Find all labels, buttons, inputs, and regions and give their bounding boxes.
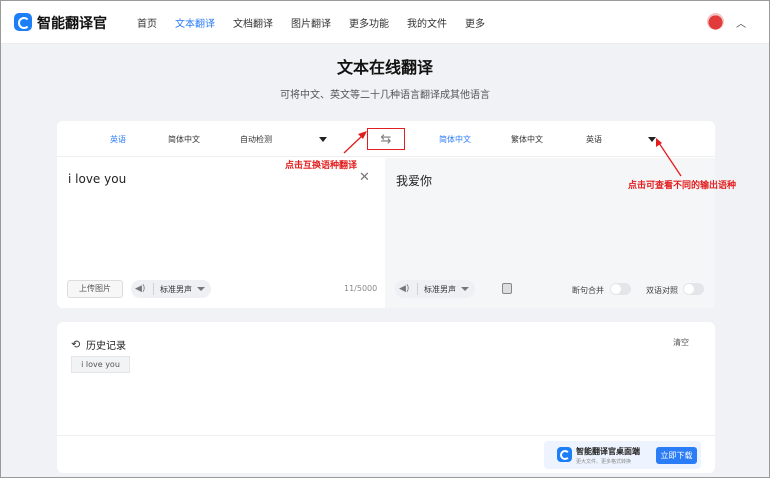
source-voice-label: 标准男声: [160, 284, 192, 294]
source-lang-simplified-chinese[interactable]: 简体中文: [168, 134, 200, 145]
divider: [57, 435, 715, 436]
target-lang-traditional-chinese[interactable]: 繁体中文: [511, 134, 543, 145]
chevron-down-icon: [461, 287, 469, 291]
clear-icon[interactable]: ✕: [359, 170, 370, 185]
speaker-icon[interactable]: ◀): [399, 284, 411, 294]
divider: [153, 283, 154, 295]
app-name[interactable]: 智能翻译官: [37, 13, 107, 33]
merge-sentences-label: 断句合并: [572, 286, 604, 295]
page-title: 文本在线翻译: [336, 58, 433, 77]
nav-item-more[interactable]: 更多: [465, 15, 485, 30]
speaker-icon[interactable]: ◀): [135, 284, 147, 294]
swap-languages-button[interactable]: ⇆: [367, 128, 405, 150]
translated-text: 我爱你: [396, 174, 433, 188]
app-logo-icon[interactable]: [14, 13, 32, 31]
nav-item-my-files[interactable]: 我的文件: [407, 15, 447, 30]
target-lang-simplified-chinese[interactable]: 简体中文: [439, 134, 471, 145]
bilingual-compare-label: 双语对照: [646, 286, 678, 295]
app-logo-icon: [557, 447, 572, 462]
source-text-input[interactable]: i love you: [68, 172, 126, 186]
source-lang-auto-detect[interactable]: 自动检测: [240, 134, 272, 145]
history-title: 历史记录: [86, 341, 126, 352]
history-item[interactable]: i love you: [71, 356, 130, 373]
page-subtitle: 可将中文、英文等二十几种语言翻译成其他语言: [280, 90, 490, 101]
source-pane[interactable]: i love you ✕ 上传图片 ◀) 标准男声 11/5000: [57, 158, 385, 308]
target-voice-select[interactable]: ◀) 标准男声: [395, 280, 475, 298]
swap-icon: ⇆: [380, 131, 392, 147]
nav-item-image-translate[interactable]: 图片翻译: [291, 15, 331, 30]
target-voice-label: 标准男声: [424, 284, 456, 294]
language-bar: 英语 简体中文 自动检测 ⇆ 简体中文 繁体中文 英语: [57, 121, 715, 157]
clear-history-button[interactable]: 清空: [673, 337, 689, 348]
nav-item-doc-translate[interactable]: 文档翻译: [233, 15, 273, 30]
divider: [417, 283, 418, 295]
user-avatar[interactable]: [707, 13, 724, 30]
desktop-app-promo: 智能翻译官桌面端 更大文件、更多格式转换 立即下载: [544, 441, 701, 469]
output-lang-annotation: 点击可查看不同的输出语种: [628, 181, 737, 191]
nav-item-text-translate[interactable]: 文本翻译: [175, 15, 215, 30]
target-lang-dropdown-icon[interactable]: [648, 137, 656, 142]
source-voice-select[interactable]: ◀) 标准男声: [131, 280, 211, 298]
history-panel: ⟲ 历史记录 清空 i love you 智能翻译官桌面端 更大文件、更多格式转…: [57, 322, 715, 473]
download-now-button[interactable]: 立即下载: [656, 447, 697, 464]
promo-subtitle: 更大文件、更多格式转换: [576, 459, 632, 465]
promo-title: 智能翻译官桌面端: [576, 447, 640, 456]
swap-annotation: 点击互换语种翻译: [285, 161, 358, 171]
nav-item-home[interactable]: 首页: [137, 15, 157, 30]
chevron-down-icon: [197, 287, 205, 291]
bilingual-compare-toggle[interactable]: [683, 283, 704, 295]
char-count: 11/5000: [344, 284, 378, 293]
translator-card: 英语 简体中文 自动检测 ⇆ 简体中文 繁体中文 英语 i love you ✕…: [57, 121, 715, 308]
upload-image-button[interactable]: 上传图片: [67, 280, 123, 298]
main-nav: 首页 文本翻译 文档翻译 图片翻译 更多功能 我的文件 更多: [137, 15, 503, 30]
history-icon: ⟲: [71, 338, 81, 351]
merge-sentences-toggle[interactable]: [610, 283, 631, 295]
nav-item-more-features[interactable]: 更多功能: [349, 15, 389, 30]
target-lang-english[interactable]: 英语: [586, 134, 602, 145]
source-lang-dropdown-icon[interactable]: [319, 137, 327, 142]
top-nav-bar: 智能翻译官 首页 文本翻译 文档翻译 图片翻译 更多功能 我的文件 更多 ︿: [1, 1, 769, 44]
chevron-up-icon[interactable]: ︿: [736, 15, 746, 30]
source-lang-english[interactable]: 英语: [110, 134, 126, 145]
copy-icon[interactable]: [502, 283, 512, 294]
